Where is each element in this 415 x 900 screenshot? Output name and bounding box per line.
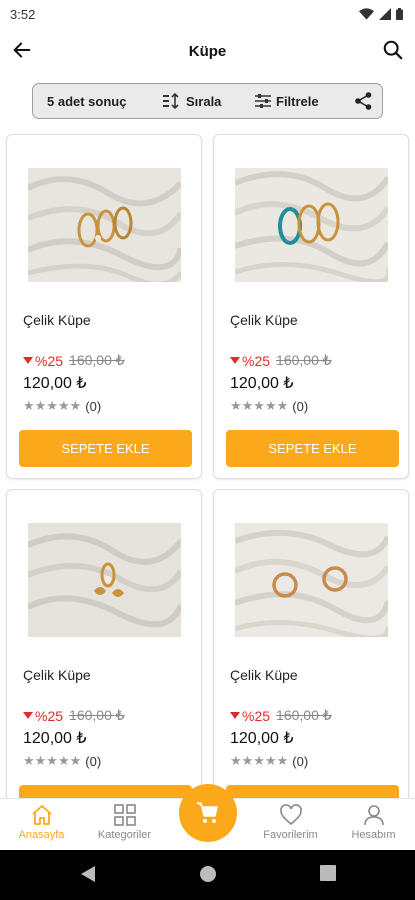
system-recents-icon[interactable] — [320, 865, 336, 881]
product-grid: Çelik Küpe %25 160,00 ₺ 120,00 ₺ ★★★★★ (… — [0, 134, 415, 798]
rating: ★★★★★ (0) — [230, 753, 308, 769]
discount-arrow-icon — [23, 712, 33, 719]
rating-stars-icon: ★★★★★ — [23, 753, 82, 768]
cart-icon — [197, 802, 218, 823]
rating: ★★★★★ (0) — [23, 753, 101, 769]
rating-count: (0) — [85, 753, 102, 769]
add-to-cart-button[interactable]: SEPETE EKLE — [19, 785, 192, 798]
product-image[interactable] — [28, 168, 181, 282]
rating-count: (0) — [292, 753, 309, 769]
home-icon — [31, 805, 52, 825]
sort-label: Sırala — [186, 93, 222, 109]
product-name[interactable]: Çelik Küpe — [23, 312, 91, 328]
signal-icon — [379, 8, 391, 20]
share-button[interactable] — [355, 92, 372, 110]
system-home-icon[interactable] — [199, 865, 217, 883]
nav-item-favorites[interactable]: Favorilerim — [249, 799, 332, 851]
discount-row: %25 160,00 ₺ — [23, 352, 125, 369]
results-toolbar: 5 adet sonuç Sırala Filtrele — [32, 83, 383, 119]
nav-label-categories: Kategoriler — [97, 829, 152, 841]
product-image[interactable] — [28, 523, 181, 637]
filter-button[interactable]: Filtrele — [255, 94, 353, 109]
product-price: 120,00 ₺ — [23, 730, 87, 747]
nav-item-home[interactable]: Anasayfa — [0, 799, 83, 851]
old-price: 160,00 ₺ — [69, 352, 125, 368]
add-to-cart-button[interactable]: SEPETE EKLE — [226, 430, 399, 467]
discount-percent: %25 — [35, 352, 64, 369]
arrow-left-icon — [13, 42, 31, 58]
old-price: 160,00 ₺ — [276, 707, 332, 723]
old-price: 160,00 ₺ — [276, 352, 332, 368]
back-button[interactable] — [8, 36, 36, 64]
nav-label-home: Anasayfa — [18, 829, 65, 841]
discount-arrow-icon — [230, 357, 240, 364]
old-price: 160,00 ₺ — [69, 707, 125, 723]
discount-row: %25 160,00 ₺ — [23, 707, 125, 724]
add-to-cart-button[interactable]: SEPETE EKLE — [19, 430, 192, 467]
wifi-icon — [359, 8, 374, 20]
heart-icon — [279, 804, 302, 826]
product-image[interactable] — [235, 168, 388, 282]
nav-item-account[interactable]: Hesabım — [332, 799, 415, 851]
sort-icon — [163, 93, 179, 109]
rating: ★★★★★ (0) — [230, 398, 308, 414]
sort-button[interactable]: Sırala — [163, 93, 255, 109]
app-header: Küpe — [0, 28, 415, 74]
user-icon — [363, 805, 384, 826]
system-navigation-bar — [0, 850, 415, 900]
system-back-icon[interactable] — [80, 865, 96, 883]
discount-arrow-icon — [23, 357, 33, 364]
product-image[interactable] — [235, 523, 388, 637]
nav-item-categories[interactable]: Kategoriler — [83, 799, 166, 851]
product-card[interactable]: Çelik Küpe %25 160,00 ₺ 120,00 ₺ ★★★★★ (… — [6, 489, 202, 798]
battery-icon — [396, 8, 403, 20]
share-icon — [355, 92, 372, 110]
rating-stars-icon: ★★★★★ — [23, 398, 82, 413]
rating-stars-icon: ★★★★★ — [230, 753, 289, 768]
status-icons — [359, 8, 403, 20]
product-name[interactable]: Çelik Küpe — [230, 312, 298, 328]
status-time: 3:52 — [10, 6, 36, 22]
product-card[interactable]: Çelik Küpe %25 160,00 ₺ 120,00 ₺ ★★★★★ (… — [6, 134, 202, 479]
discount-percent: %25 — [35, 707, 64, 724]
discount-percent: %25 — [242, 707, 271, 724]
product-card[interactable]: Çelik Küpe %25 160,00 ₺ 120,00 ₺ ★★★★★ (… — [213, 134, 409, 479]
discount-row: %25 160,00 ₺ — [230, 707, 332, 724]
product-card[interactable]: Çelik Küpe %25 160,00 ₺ 120,00 ₺ ★★★★★ (… — [213, 489, 409, 798]
rating-count: (0) — [292, 398, 309, 414]
search-icon — [383, 40, 403, 60]
filter-label: Filtrele — [276, 93, 319, 109]
cart-fab-button[interactable] — [179, 784, 237, 842]
rating-stars-icon: ★★★★★ — [230, 398, 289, 413]
rating: ★★★★★ (0) — [23, 398, 101, 414]
page-title: Küpe — [188, 42, 227, 60]
discount-percent: %25 — [242, 352, 271, 369]
product-price: 120,00 ₺ — [23, 375, 87, 392]
product-price: 120,00 ₺ — [230, 375, 294, 392]
nav-label-account: Hesabım — [351, 829, 396, 841]
grid-icon — [113, 804, 136, 826]
status-bar: 3:52 — [0, 0, 415, 28]
nav-label-favorites: Favorilerim — [263, 829, 318, 841]
rating-count: (0) — [85, 398, 102, 414]
discount-arrow-icon — [230, 712, 240, 719]
result-count: 5 adet sonuç — [47, 93, 127, 109]
filter-icon — [255, 94, 271, 108]
product-name[interactable]: Çelik Küpe — [23, 667, 91, 683]
search-button[interactable] — [379, 36, 407, 64]
discount-row: %25 160,00 ₺ — [230, 352, 332, 369]
add-to-cart-button[interactable]: SEPETE EKLE — [226, 785, 399, 798]
product-price: 120,00 ₺ — [230, 730, 294, 747]
product-name[interactable]: Çelik Küpe — [230, 667, 298, 683]
